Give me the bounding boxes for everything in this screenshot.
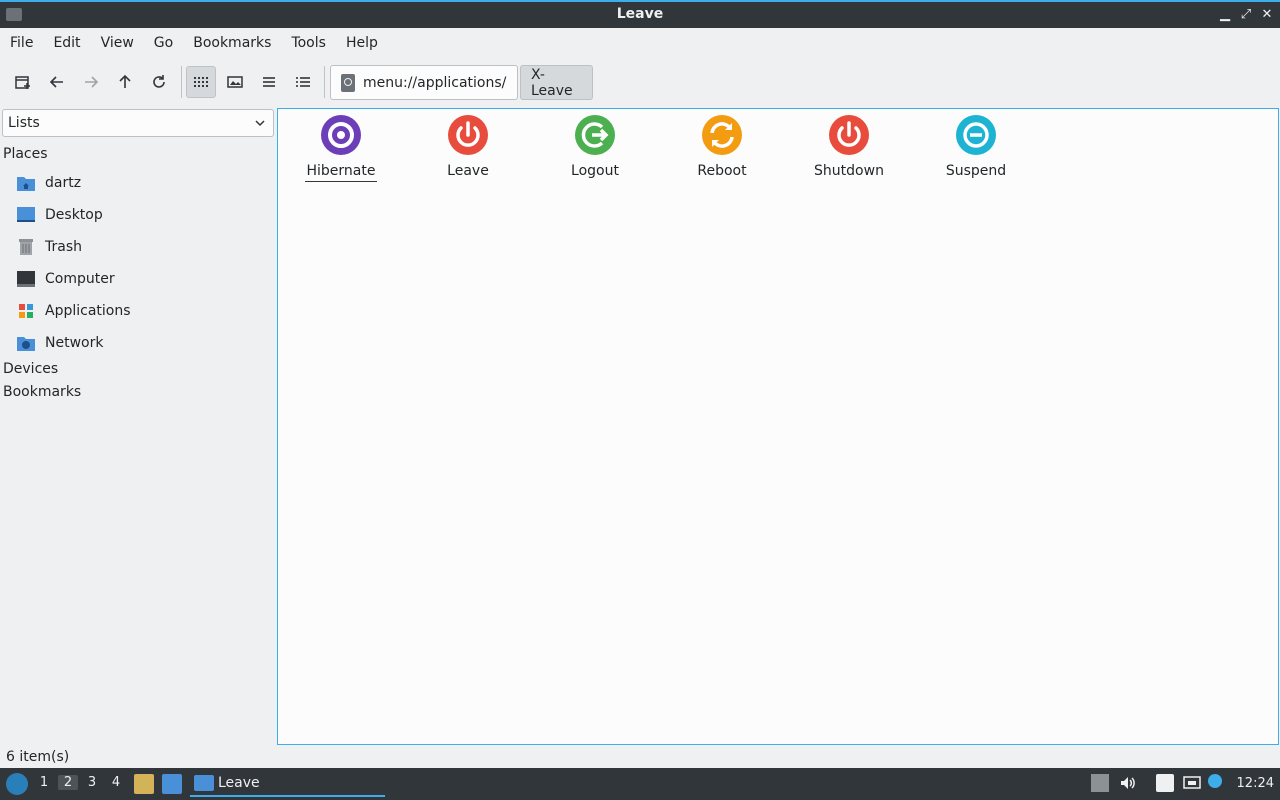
- detailed-list-view-button[interactable]: [288, 66, 318, 98]
- status-text: 6 item(s): [6, 749, 70, 765]
- places-heading[interactable]: Places: [3, 146, 48, 162]
- reboot-icon: [702, 115, 742, 155]
- maximize-button[interactable]: ⤢: [1237, 6, 1255, 24]
- task-leave[interactable]: Leave: [190, 771, 385, 797]
- folder-icon: [194, 775, 214, 791]
- start-menu-icon[interactable]: [6, 773, 28, 795]
- menu-tools[interactable]: Tools: [281, 28, 336, 58]
- app-leave[interactable]: Leave: [413, 115, 523, 181]
- title-bar: Leave ▁ ⤢ ✕: [0, 0, 1280, 28]
- workspace-3[interactable]: 3: [82, 775, 102, 790]
- devices-heading[interactable]: Devices: [3, 361, 58, 377]
- sidebar-item-computer[interactable]: Computer: [16, 265, 115, 293]
- compact-view-button[interactable]: [254, 66, 284, 98]
- desktop-icon: [16, 206, 36, 224]
- app-shutdown[interactable]: Shutdown: [794, 115, 904, 181]
- close-button[interactable]: ✕: [1258, 6, 1276, 24]
- app-label: Reboot: [697, 163, 747, 179]
- detailed-list-view-icon: [296, 77, 310, 87]
- icon-view-icon: [194, 77, 208, 87]
- app-reboot[interactable]: Reboot: [667, 115, 777, 181]
- menu-edit[interactable]: Edit: [43, 28, 90, 58]
- sidebar-item-label: Trash: [45, 239, 82, 255]
- breadcrumb-x-leave[interactable]: X-Leave: [520, 65, 593, 100]
- app-label: Suspend: [945, 163, 1007, 179]
- leave-icon: [448, 115, 488, 155]
- hibernate-icon: [321, 115, 361, 155]
- sidebar-item-desktop[interactable]: Desktop: [16, 201, 103, 229]
- app-label: Leave: [447, 163, 489, 179]
- app-label: Hibernate: [304, 163, 378, 182]
- home-folder-icon: [16, 174, 36, 192]
- toolbar: menu://applications/ X-Leave: [0, 58, 1280, 106]
- minimize-button[interactable]: ▁: [1216, 6, 1234, 24]
- volume-icon[interactable]: [1119, 774, 1137, 792]
- back-button[interactable]: [42, 66, 72, 98]
- forward-arrow-icon: [85, 76, 99, 88]
- sidebar-mode-value: Lists: [8, 115, 40, 131]
- menu-bookmarks[interactable]: Bookmarks: [183, 28, 281, 58]
- new-tab-icon: [15, 76, 30, 89]
- sidebar-item-trash[interactable]: Trash: [16, 233, 82, 261]
- chevron-down-icon: [255, 120, 265, 127]
- window-title: Leave: [616, 6, 664, 22]
- reload-icon: [153, 75, 165, 88]
- app-suspend[interactable]: Suspend: [921, 115, 1031, 181]
- sidebar-item-network[interactable]: Network: [16, 329, 103, 357]
- reload-button[interactable]: [144, 66, 174, 98]
- sidebar-item-applications[interactable]: Applications: [16, 297, 131, 325]
- thumbnail-view-icon: [227, 76, 243, 88]
- shutdown-icon: [829, 115, 869, 155]
- eject-icon[interactable]: [1091, 774, 1109, 792]
- clipboard-icon[interactable]: [1156, 774, 1174, 792]
- bookmarks-heading[interactable]: Bookmarks: [3, 384, 81, 400]
- workspace-4[interactable]: 4: [106, 775, 126, 790]
- sidebar-item-label: dartz: [45, 175, 82, 191]
- desktop-launcher-icon[interactable]: [162, 774, 182, 794]
- task-label: Leave: [218, 775, 260, 791]
- toolbar-separator: [181, 66, 182, 98]
- app-label: Logout: [571, 163, 619, 179]
- location-text: menu://applications/: [363, 74, 507, 91]
- clock: 12:24: [1236, 776, 1274, 791]
- app-logout[interactable]: Logout: [540, 115, 650, 181]
- computer-icon: [16, 270, 36, 288]
- forward-button[interactable]: [76, 66, 106, 98]
- menu-go[interactable]: Go: [144, 28, 183, 58]
- location-bar[interactable]: menu://applications/: [330, 65, 518, 100]
- applications-icon: [16, 302, 36, 320]
- workspace-2[interactable]: 2: [58, 775, 78, 790]
- sidebar-item-dartz[interactable]: dartz: [16, 169, 81, 197]
- workspace-1[interactable]: 1: [34, 775, 54, 790]
- menu-file[interactable]: File: [0, 28, 43, 58]
- location-icon: [341, 73, 355, 92]
- network-icon[interactable]: [1183, 774, 1201, 792]
- new-tab-button[interactable]: [8, 66, 38, 98]
- app-hibernate[interactable]: Hibernate: [286, 115, 396, 182]
- trash-icon: [16, 238, 36, 256]
- sidebar-mode-select[interactable]: Lists: [2, 109, 274, 137]
- sidebar-item-label: Desktop: [45, 207, 103, 223]
- sidebar-item-label: Network: [45, 335, 104, 351]
- up-button[interactable]: [110, 66, 140, 98]
- sidebar-item-label: Computer: [45, 271, 115, 287]
- file-view[interactable]: Hibernate Leave Logout Reboot Shutdown S…: [277, 108, 1279, 745]
- app-label: Shutdown: [814, 163, 884, 179]
- taskbar: 1 2 3 4 Leave 12:24: [0, 768, 1280, 800]
- thumbnail-view-button[interactable]: [220, 66, 250, 98]
- compact-view-icon: [263, 77, 275, 87]
- network-folder-icon: [16, 334, 36, 352]
- back-arrow-icon: [49, 76, 63, 88]
- menu-view[interactable]: View: [91, 28, 144, 58]
- notification-icon[interactable]: [1208, 774, 1222, 788]
- file-manager-launcher-icon[interactable]: [134, 774, 154, 794]
- sidebar-item-label: Applications: [45, 303, 131, 319]
- toolbar-separator: [324, 66, 325, 98]
- menu-bar: File Edit View Go Bookmarks Tools Help: [0, 28, 1280, 58]
- menu-help[interactable]: Help: [336, 28, 388, 58]
- logout-icon: [575, 115, 615, 155]
- up-arrow-icon: [119, 74, 131, 88]
- suspend-icon: [956, 115, 996, 155]
- icon-view-button[interactable]: [186, 66, 216, 98]
